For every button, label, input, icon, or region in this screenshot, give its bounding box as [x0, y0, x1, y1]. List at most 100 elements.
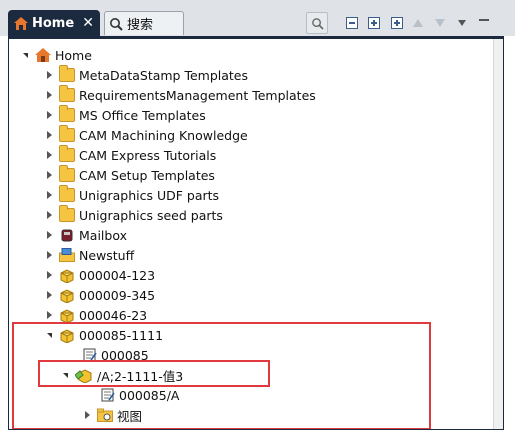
- folder-icon: [59, 185, 75, 202]
- collapsed-toggle-icon[interactable]: [43, 89, 55, 101]
- move-down-button[interactable]: [430, 13, 450, 33]
- collapsed-toggle-icon[interactable]: [43, 269, 55, 281]
- tree-node-label: RequirementsManagement Templates: [79, 87, 316, 103]
- form-document-icon: [83, 348, 97, 362]
- tree-node-label: 视图: [117, 408, 143, 424]
- move-up-button[interactable]: [408, 13, 428, 33]
- search-button[interactable]: [306, 12, 328, 34]
- tree-node-label: MetaDataStamp Templates: [79, 67, 249, 83]
- search-icon: [110, 17, 123, 31]
- move-up-icon: [413, 19, 423, 27]
- tree-node-folder[interactable]: Unigraphics seed parts: [43, 205, 223, 225]
- collapse-all-icon: [346, 17, 358, 29]
- minimize-icon: [479, 19, 489, 21]
- tree-node-label: 000046-23: [79, 307, 148, 323]
- view-toolbar: [306, 12, 496, 34]
- tree-node-folder[interactable]: MetaDataStamp Templates: [43, 65, 248, 85]
- tree-node-mailbox[interactable]: Mailbox: [43, 225, 127, 245]
- tree-node-folder[interactable]: CAM Express Tutorials: [43, 145, 216, 165]
- item-icon: [60, 328, 74, 343]
- vertical-scrollbar[interactable]: [493, 39, 503, 429]
- view-folder-icon: [97, 408, 113, 422]
- collapsed-toggle-icon[interactable]: [43, 209, 55, 221]
- home-icon: [14, 16, 28, 30]
- tree-node-label: Home: [55, 47, 92, 63]
- item-revision-icon: [75, 369, 92, 383]
- tree-node-label: Newstuff: [79, 247, 135, 263]
- item-icon: [60, 288, 74, 303]
- tree-node-item[interactable]: 000046-23: [43, 305, 147, 325]
- expand-all-icon: [391, 17, 403, 29]
- tree-node-label: Unigraphics UDF parts: [79, 187, 220, 203]
- tree-node-label: MS Office Templates: [79, 107, 206, 123]
- tree-node-label: 000085-1111: [79, 327, 164, 343]
- tree-node-home[interactable]: Home: [19, 45, 92, 65]
- tree-node-label: 000009-345: [79, 287, 156, 303]
- mailbox-icon: [61, 229, 73, 242]
- tree-node-folder[interactable]: Unigraphics UDF parts: [43, 185, 219, 205]
- tree-node-item[interactable]: 000004-123: [43, 265, 155, 285]
- view-tab-bar: Home ✕ 搜索: [0, 0, 515, 36]
- folder-icon: [59, 65, 75, 82]
- item-icon: [60, 268, 74, 283]
- newstuff-folder-icon: [59, 248, 75, 262]
- expand-toggle-icon[interactable]: [59, 369, 71, 381]
- home-icon: [35, 48, 51, 62]
- tree-node-label: CAM Machining Knowledge: [79, 127, 248, 143]
- tree-node-item-expanded[interactable]: 000085-1111: [43, 325, 163, 345]
- tree-node-label: 000085/A: [119, 387, 180, 403]
- tab-home-label: Home: [32, 15, 75, 31]
- tree-node-revision[interactable]: /A;2-1111-值3: [59, 365, 183, 385]
- folder-icon: [59, 105, 75, 122]
- expand-all-button[interactable]: [386, 13, 406, 33]
- tree-node-label: Mailbox: [79, 227, 127, 243]
- view-menu-button[interactable]: [452, 13, 472, 33]
- tree-node-folder[interactable]: RequirementsManagement Templates: [43, 85, 316, 105]
- collapsed-toggle-icon[interactable]: [43, 149, 55, 161]
- expand-button[interactable]: [364, 13, 384, 33]
- tree-node-label: /A;2-1111-值3: [97, 368, 184, 384]
- form-document-icon: [101, 388, 115, 402]
- minimize-button[interactable]: [474, 13, 494, 33]
- collapsed-toggle-icon[interactable]: [43, 169, 55, 181]
- tree-node-view[interactable]: 视图: [81, 405, 142, 425]
- expand-toggle-icon[interactable]: [19, 49, 31, 61]
- move-down-icon: [435, 19, 445, 27]
- tab-search[interactable]: 搜索: [104, 11, 184, 35]
- tab-search-label: 搜索: [127, 18, 154, 33]
- collapsed-toggle-icon[interactable]: [43, 229, 55, 241]
- expand-icon: [368, 17, 380, 29]
- close-icon[interactable]: ✕: [82, 15, 94, 31]
- view-menu-icon: [458, 20, 466, 26]
- tree-node-label: Unigraphics seed parts: [79, 207, 223, 223]
- tree-node-revision-form[interactable]: 000085/A: [85, 385, 179, 405]
- search-icon: [311, 17, 324, 30]
- collapse-all-button[interactable]: [342, 13, 362, 33]
- collapsed-toggle-icon[interactable]: [43, 289, 55, 301]
- tab-home[interactable]: Home ✕: [8, 10, 100, 36]
- tree-node-newstuff[interactable]: Newstuff: [43, 245, 134, 265]
- tree-node-label: 000085: [101, 347, 149, 363]
- collapsed-toggle-icon[interactable]: [43, 109, 55, 121]
- expand-toggle-icon[interactable]: [43, 329, 55, 341]
- tree-node-folder[interactable]: CAM Setup Templates: [43, 165, 215, 185]
- collapsed-toggle-icon[interactable]: [43, 189, 55, 201]
- collapsed-toggle-icon[interactable]: [43, 69, 55, 81]
- navigator-tree-panel: Home MetaDataStamp Templates Requirement…: [8, 36, 504, 430]
- tree-node-label: CAM Express Tutorials: [79, 147, 217, 163]
- tree-node-folder[interactable]: CAM Machining Knowledge: [43, 125, 248, 145]
- tree-node-master-form[interactable]: 000085: [67, 345, 149, 365]
- collapsed-toggle-icon[interactable]: [43, 249, 55, 261]
- folder-icon: [59, 205, 75, 222]
- item-icon: [60, 308, 74, 323]
- tree-node-label: 000004-123: [79, 267, 156, 283]
- tree-node-item[interactable]: 000009-345: [43, 285, 155, 305]
- tree-node-folder[interactable]: MS Office Templates: [43, 105, 206, 125]
- folder-icon: [59, 165, 75, 182]
- collapsed-toggle-icon[interactable]: [43, 129, 55, 141]
- collapsed-toggle-icon[interactable]: [81, 409, 93, 421]
- tree-node-label: CAM Setup Templates: [79, 167, 215, 183]
- folder-icon: [59, 85, 75, 102]
- folder-icon: [59, 145, 75, 162]
- collapsed-toggle-icon[interactable]: [43, 309, 55, 321]
